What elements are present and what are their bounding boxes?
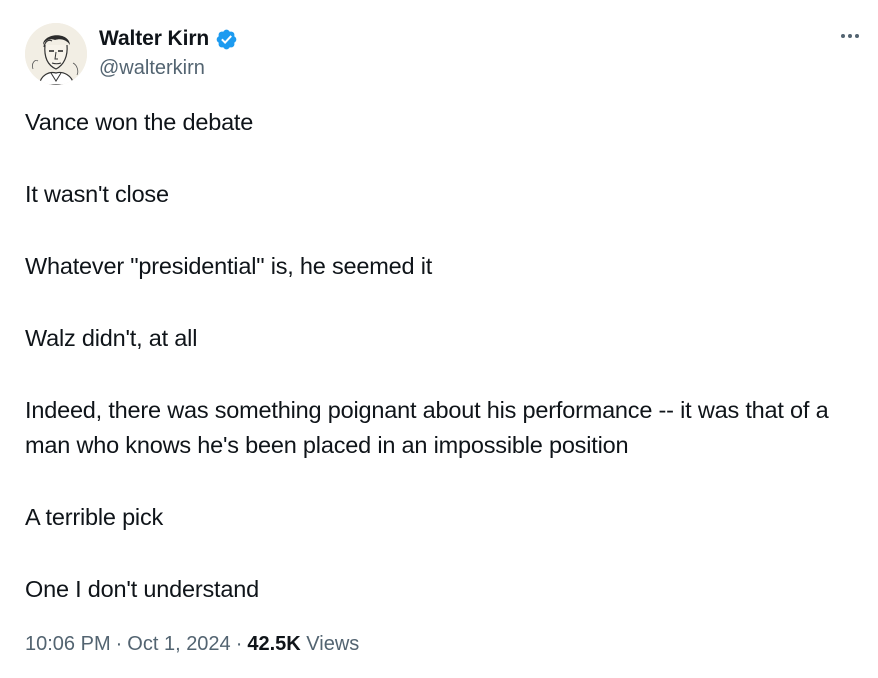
meta-separator: · [115, 633, 123, 655]
tweet-meta: 10:06 PM · Oct 1, 2024 · 42.5K Views [25, 633, 359, 656]
author-display-name[interactable]: Walter Kirn [99, 27, 209, 51]
tweet-paragraph: Vance won the debate [25, 109, 254, 135]
tweet-text: Vance won the debate It wasn't close Wha… [25, 105, 855, 644]
tweet-card: Walter Kirn @walterkirn Vance won the de… [0, 0, 878, 678]
verified-badge-icon[interactable] [215, 28, 238, 51]
more-options-icon-dot [855, 34, 859, 38]
tweet-paragraph: Whatever "presidential" is, he seemed it [25, 253, 433, 279]
tweet-paragraph: Indeed, there was something poignant abo… [25, 397, 829, 458]
views-link[interactable]: 42.5K Views [247, 633, 359, 655]
author-name-row: Walter Kirn [99, 26, 238, 52]
avatar-sketch-icon [25, 23, 87, 85]
more-options-icon [841, 34, 845, 38]
tweet-time: 10:06 PM [25, 633, 111, 655]
tweet-paragraph: It wasn't close [25, 181, 169, 207]
more-options-button[interactable] [838, 26, 862, 46]
tweet-timestamp-link[interactable]: 10:06 PM · Oct 1, 2024 [25, 633, 231, 655]
author-handle[interactable]: @walterkirn [99, 57, 205, 80]
views-count: 42.5K [247, 633, 301, 655]
tweet-date: Oct 1, 2024 [127, 633, 231, 655]
meta-separator: · [235, 633, 243, 655]
tweet-paragraph: One I don't understand [25, 576, 259, 602]
views-label: Views [306, 633, 360, 655]
tweet-paragraph: A terrible pick [25, 504, 164, 530]
avatar[interactable] [25, 23, 87, 85]
tweet-paragraph: Walz didn't, at all [25, 325, 198, 351]
more-options-icon-dot [848, 34, 852, 38]
